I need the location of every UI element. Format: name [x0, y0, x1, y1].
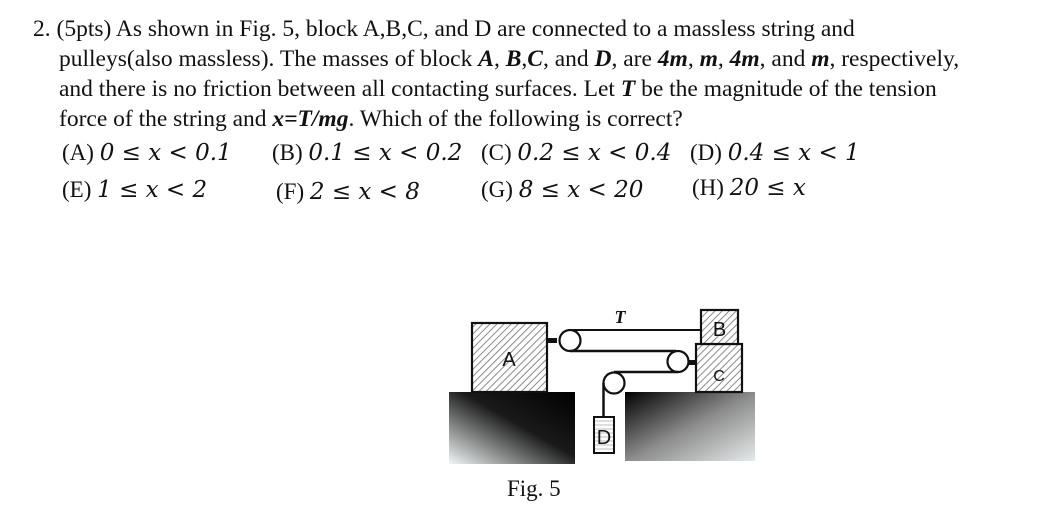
- question-line-3: and there is no friction between all con…: [33, 74, 1033, 104]
- option-text: 2 ≤ x < 8: [309, 179, 420, 205]
- x-definition: x=T/mg: [272, 106, 349, 132]
- question-number: 2.: [33, 16, 51, 42]
- option-text: 0 ≤ x < 0.1: [99, 140, 232, 166]
- question-line-2: pulleys(also massless). The masses of bl…: [33, 44, 1033, 74]
- right-table: [625, 392, 755, 461]
- option-e[interactable]: (E) 1 ≤ x < 2: [62, 177, 207, 203]
- question-line-4: force of the string and x=T/mg. Which of…: [33, 104, 1033, 134]
- pulley-c: [666, 349, 690, 374]
- tension-symbol: T: [620, 76, 636, 102]
- option-f[interactable]: (F) 2 ≤ x < 8: [276, 179, 420, 205]
- tension-label: T: [615, 307, 627, 327]
- question-line-1-text: As shown in Fig. 5, block A,B,C, and D a…: [115, 16, 855, 42]
- left-table: [449, 392, 575, 464]
- option-label: (H): [692, 175, 724, 200]
- figure-caption: Fig. 5: [507, 476, 561, 501]
- option-label: (G): [481, 177, 513, 202]
- text: , and: [759, 46, 812, 72]
- option-text: 0.1 ≤ x < 0.2: [308, 140, 463, 166]
- mass-a: 4m: [657, 46, 688, 72]
- block-d-label: D: [597, 427, 611, 449]
- text: and there is no friction between all con…: [59, 76, 621, 102]
- option-d[interactable]: (D) 0.4 ≤ x < 1: [690, 140, 860, 166]
- text: . Which of the following is correct?: [348, 106, 683, 132]
- option-b[interactable]: (B) 0.1 ≤ x < 0.2: [272, 140, 462, 166]
- text: force of the string and: [59, 106, 273, 132]
- block-a-symbol: A: [478, 46, 494, 72]
- block-c-symbol: C: [527, 46, 543, 72]
- pulley-a-mount: [547, 338, 557, 343]
- text: ,: [717, 46, 730, 72]
- option-label: (C): [481, 140, 512, 165]
- text: ,: [687, 46, 700, 72]
- option-text: 0.4 ≤ x < 1: [727, 140, 860, 166]
- option-label: (F): [276, 179, 305, 204]
- option-label: (D): [690, 140, 722, 165]
- text: , respectively,: [829, 46, 960, 72]
- option-label: (A): [62, 140, 94, 165]
- block-b-symbol: B: [505, 46, 522, 72]
- mass-d: m: [811, 46, 830, 72]
- option-text: 1 ≤ x < 2: [97, 177, 208, 203]
- option-label: (E): [62, 177, 92, 202]
- pulley-a: [558, 328, 582, 353]
- question-line-1: 2. (5pts) As shown in Fig. 5, block A,B,…: [33, 14, 1033, 44]
- text: , are: [611, 46, 658, 72]
- text: pulleys(also massless). The masses of bl…: [59, 46, 479, 72]
- block-b-label: B: [713, 319, 726, 341]
- option-c[interactable]: (C) 0.2 ≤ x < 0.4: [481, 140, 671, 166]
- option-label: (B): [272, 140, 303, 165]
- option-h[interactable]: (H) 20 ≤ x: [692, 175, 806, 201]
- block-a-label: A: [502, 349, 516, 371]
- question-points: (5pts): [56, 16, 112, 42]
- block-c-label: C: [713, 368, 725, 385]
- option-text: 0.2 ≤ x < 0.4: [517, 140, 672, 166]
- figure-5-diagram: A D C B T: [449, 307, 755, 464]
- mass-b: m: [699, 46, 718, 72]
- mass-c: 4m: [729, 46, 760, 72]
- block-d-symbol: D: [594, 46, 612, 72]
- option-text: 8 ≤ x < 20: [518, 177, 644, 203]
- text: , and: [542, 46, 595, 72]
- option-text: 20 ≤ x: [729, 175, 806, 201]
- text: be the magnitude of the tension: [635, 76, 937, 102]
- option-g[interactable]: (G) 8 ≤ x < 20: [481, 177, 643, 203]
- text: ,: [493, 46, 506, 72]
- pulley-table: [602, 371, 626, 395]
- question-text: 2. (5pts) As shown in Fig. 5, block A,B,…: [33, 14, 1033, 134]
- option-a[interactable]: (A) 0 ≤ x < 0.1: [62, 140, 232, 166]
